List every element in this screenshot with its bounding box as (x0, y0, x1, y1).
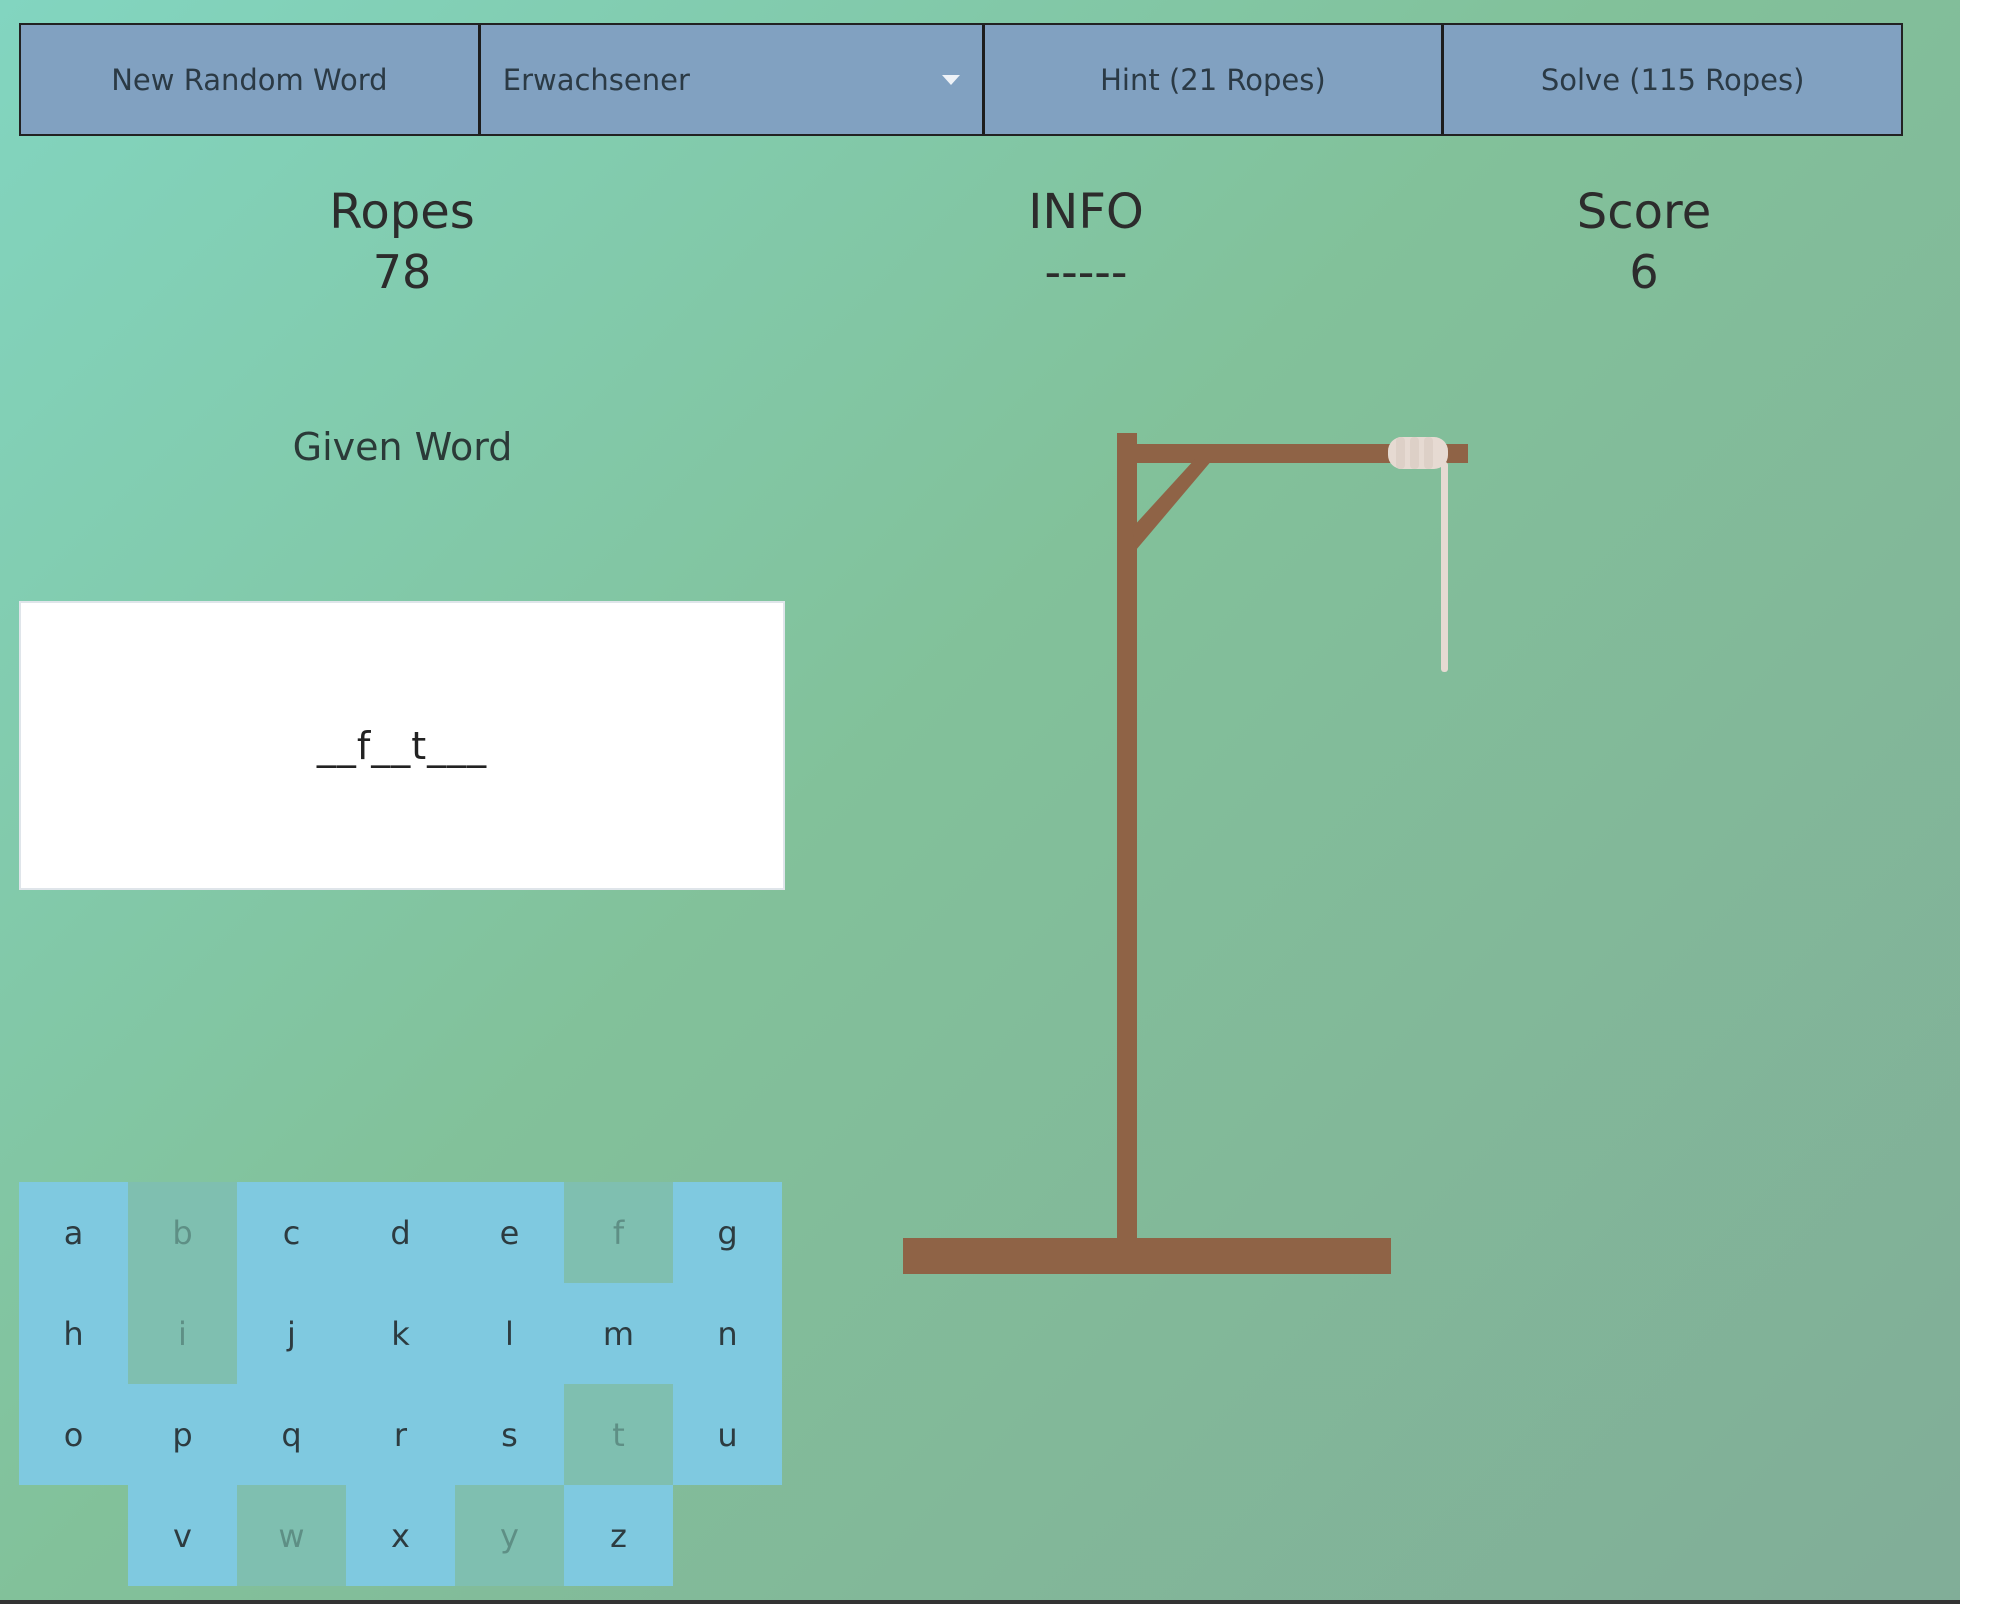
gallows-post (1117, 433, 1137, 1238)
page-margin (1960, 0, 1990, 1604)
gallows-brace (1132, 459, 1213, 550)
game-area: New Random Word Erwachsener Hint (21 Rop… (0, 0, 1990, 1604)
gallows-base (903, 1238, 1391, 1274)
rope-knot (1388, 437, 1448, 469)
gallows-drawing (903, 433, 1468, 1274)
rope (1441, 462, 1448, 672)
